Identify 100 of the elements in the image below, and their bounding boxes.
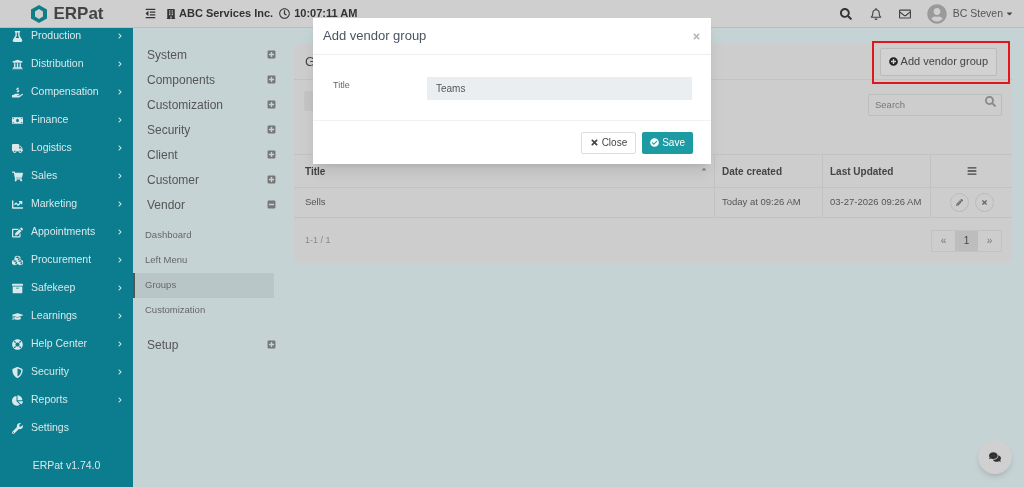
sidebar-item[interactable]: Logistics — [0, 134, 133, 162]
bell-icon[interactable] — [869, 7, 882, 20]
table-cell: Today at 09:26 AM — [715, 188, 823, 217]
close-button[interactable]: Close — [580, 131, 637, 154]
bank-icon — [12, 58, 23, 70]
save-button[interactable]: Save — [642, 131, 693, 154]
version-label: ERPat v1.74.0 — [32, 458, 101, 473]
page-button[interactable]: 1 — [955, 230, 978, 251]
close-icon — [589, 138, 599, 147]
field-label: Title — [333, 79, 351, 92]
expand-icon[interactable] — [267, 125, 276, 134]
pie-chart-icon — [12, 394, 23, 406]
check-icon — [650, 138, 660, 147]
sidebar-item[interactable]: Procurement — [0, 246, 133, 274]
submenu-item[interactable]: Customization — [133, 298, 274, 323]
menu-group[interactable]: Client — [133, 142, 290, 167]
sidebar-item[interactable]: Help Center — [0, 330, 133, 358]
expand-icon[interactable] — [267, 150, 276, 159]
logo-icon — [29, 3, 50, 24]
title-field[interactable]: Teams — [427, 77, 692, 100]
plus-icon — [888, 57, 898, 66]
dialog-title: Add vendor group — [323, 27, 428, 46]
chevron-icon — [117, 33, 123, 39]
chevron-icon — [117, 89, 123, 95]
cubes-icon — [12, 254, 23, 266]
submenu-item[interactable]: Groups — [133, 273, 274, 298]
chat-icon — [989, 451, 1001, 463]
user-name[interactable]: BC Steven — [952, 5, 1003, 22]
sidebar-item[interactable]: Safekeep — [0, 274, 133, 302]
sidebar-item[interactable]: Sales — [0, 162, 133, 190]
menu-group[interactable]: Security — [133, 117, 290, 142]
chevron-icon — [117, 341, 123, 347]
close-icon — [980, 199, 988, 206]
chevron-icon — [117, 145, 123, 151]
shield-icon — [12, 366, 23, 378]
menu-group[interactable]: Customer — [133, 167, 290, 192]
chevron-icon — [117, 201, 123, 207]
expand-icon[interactable] — [267, 50, 276, 59]
expand-icon[interactable] — [267, 340, 276, 349]
page-button[interactable]: « — [932, 230, 955, 251]
sidebar-item[interactable]: Learnings — [0, 302, 133, 330]
truck-icon — [12, 142, 23, 154]
logo-text: ERPat — [53, 2, 104, 25]
submenu-item[interactable]: Dashboard — [133, 223, 274, 248]
hand-money-icon — [12, 86, 23, 98]
mail-icon[interactable] — [898, 7, 911, 20]
table-cell: 03-27-2026 09:26 AM — [823, 188, 931, 217]
lifebuoy-icon — [12, 338, 23, 350]
pencil-icon — [955, 199, 963, 206]
column-header[interactable]: Last Updated — [823, 155, 931, 187]
menu-group[interactable]: Components — [133, 67, 290, 92]
menu-group[interactable]: Setup — [133, 332, 290, 357]
sidebar-item[interactable]: Distribution — [0, 50, 133, 78]
graduation-cap-icon — [12, 310, 23, 322]
flask-icon — [12, 30, 23, 42]
chevron-icon — [117, 61, 123, 67]
menu-group[interactable]: Vendor — [133, 192, 290, 217]
expand-icon[interactable] — [267, 100, 276, 109]
sidebar-item[interactable]: Marketing — [0, 190, 133, 218]
chevron-icon — [117, 117, 123, 123]
sidebar-item[interactable]: Compensation — [0, 78, 133, 106]
sidebar-item[interactable]: Settings — [0, 414, 133, 442]
clock-time: 10:07:11 AM — [294, 6, 358, 22]
menu-toggle-icon[interactable] — [145, 8, 156, 19]
chevron-icon — [117, 397, 123, 403]
page-button[interactable]: » — [978, 230, 1001, 251]
table-cell: Sells — [294, 188, 715, 217]
sidebar-item[interactable]: Reports — [0, 386, 133, 414]
chevron-icon — [117, 173, 123, 179]
sidebar-item[interactable]: Appointments — [0, 218, 133, 246]
company-name[interactable]: ABC Services Inc. — [179, 5, 274, 22]
chevron-icon — [117, 257, 123, 263]
search-field[interactable]: Search — [868, 93, 1002, 116]
submenu-item[interactable]: Left Menu — [133, 248, 274, 273]
add-button[interactable]: Add vendor group — [879, 47, 997, 76]
chat-button[interactable] — [978, 440, 1012, 474]
search-icon — [985, 96, 996, 107]
menu-group[interactable]: System — [133, 42, 290, 67]
column-header[interactable]: Date created — [715, 155, 823, 187]
expand-icon[interactable] — [267, 75, 276, 84]
caret-icon[interactable] — [1005, 9, 1014, 18]
chevron-icon — [117, 369, 123, 375]
chevron-icon — [117, 229, 123, 235]
sidebar-item[interactable]: Security — [0, 358, 133, 386]
clock-icon — [279, 8, 291, 19]
expand-icon[interactable] — [267, 175, 276, 184]
sidebar-item[interactable]: Production — [0, 22, 133, 50]
chevron-icon — [117, 313, 123, 319]
menu-group[interactable]: Customization — [133, 92, 290, 117]
sidebar-item[interactable]: Finance — [0, 106, 133, 134]
avatar[interactable] — [926, 3, 947, 24]
chart-line-icon — [12, 198, 23, 210]
wrench-icon — [12, 422, 23, 434]
edit-icon — [12, 226, 23, 238]
money-icon — [12, 114, 23, 126]
close-icon[interactable] — [692, 31, 701, 41]
archive-icon — [12, 282, 23, 294]
collapse-icon[interactable] — [267, 200, 276, 209]
columns-menu-icon[interactable] — [966, 166, 977, 176]
search-icon[interactable] — [839, 7, 852, 20]
